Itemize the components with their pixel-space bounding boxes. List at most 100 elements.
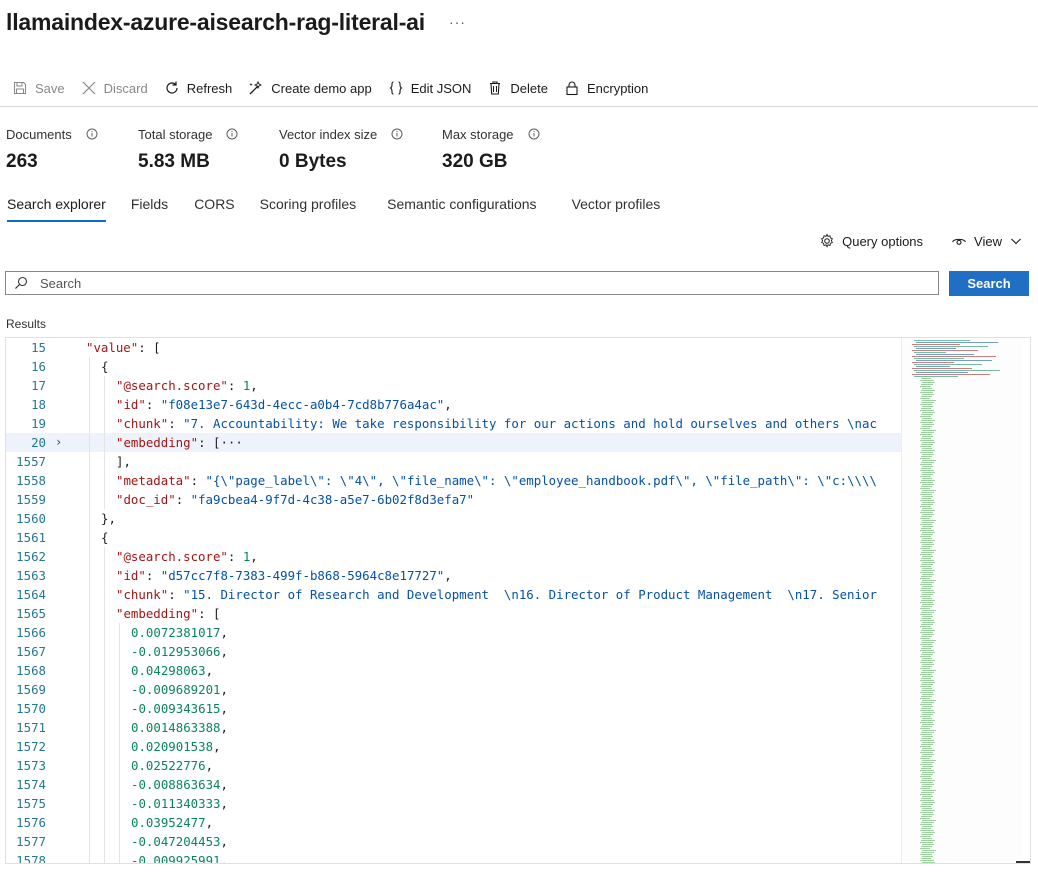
line-number: 1565	[16, 606, 46, 621]
code-line[interactable]: 1573 0.02522776,	[6, 756, 901, 775]
code-text: ],	[116, 452, 131, 471]
code-line[interactable]: 16 {	[6, 357, 901, 376]
indent-guide	[89, 528, 90, 547]
tab-search-explorer[interactable]: Search explorer	[7, 186, 106, 222]
tab-fields[interactable]: Fields	[131, 186, 168, 222]
tab-bar: Search explorer Fields CORS Scoring prof…	[0, 186, 660, 222]
refresh-button[interactable]: Refresh	[164, 80, 232, 96]
minimap-line	[920, 470, 934, 471]
minimap-line	[921, 564, 933, 565]
minimap-line	[920, 554, 932, 555]
minimap-line	[921, 846, 932, 847]
create-demo-app-button[interactable]: Create demo app	[248, 80, 372, 96]
code-line[interactable]: 1567 -0.012953066,	[6, 642, 901, 661]
code-line[interactable]: 1557],	[6, 452, 901, 471]
refresh-icon	[166, 81, 178, 94]
code-area[interactable]: 15 "value": [16{17 "@search.score": 1, 18 "i…	[6, 338, 901, 863]
minimap-line	[921, 756, 932, 757]
minimap-line	[921, 666, 932, 667]
minimap-line	[922, 754, 934, 755]
indent-guide	[119, 699, 120, 718]
code-line[interactable]: 19 "chunk": "7. Accountability: We take r…	[6, 414, 901, 433]
results-editor[interactable]: 15 "value": [16{17 "@search.score": 1, 18 "i…	[5, 337, 1031, 864]
info-icon[interactable]	[391, 128, 403, 140]
minimap-line	[922, 694, 934, 695]
code-token: "@search.score"	[116, 378, 228, 393]
query-options-button[interactable]: Query options	[819, 233, 923, 249]
minimap-line	[922, 772, 935, 773]
code-line[interactable]: 1566 0.0072381017,	[6, 623, 901, 642]
indent-guide	[89, 623, 90, 642]
tab-scoring-profiles[interactable]: Scoring profiles	[260, 186, 357, 222]
view-dropdown[interactable]: View	[951, 233, 1022, 249]
tab-vector-profiles[interactable]: Vector profiles	[572, 186, 661, 222]
minimap-line	[920, 740, 934, 741]
code-line[interactable]: 1576 0.03952477,	[6, 813, 901, 832]
scrollbar-thumb[interactable]	[1016, 861, 1030, 863]
code-token: ,	[250, 549, 258, 564]
edit-json-button[interactable]: Edit JSON	[388, 80, 471, 96]
minimap-line	[922, 802, 935, 803]
code-line[interactable]: 1561 {	[6, 528, 901, 547]
code-line[interactable]: 20 › "embedding": [···	[6, 433, 901, 452]
code-line[interactable]: 17 "@search.score": 1,	[6, 376, 901, 395]
info-icon[interactable]	[86, 128, 98, 140]
indent-guide	[89, 832, 90, 851]
minimap-line	[922, 568, 932, 569]
save-button[interactable]: Save	[12, 80, 65, 96]
code-line[interactable]: 1577 -0.047204453,	[6, 832, 901, 851]
code-line[interactable]: 1570 -0.009343615,	[6, 699, 901, 718]
code-line[interactable]: 1572 0.020901538,	[6, 737, 901, 756]
discard-button[interactable]: Discard	[81, 80, 148, 96]
code-line[interactable]: 1562 "@search.score": 1,	[6, 547, 901, 566]
fold-chevron-icon[interactable]: ›	[55, 433, 62, 452]
minimap-line	[922, 604, 934, 605]
minimap-line	[922, 436, 933, 437]
code-text: "id": "f08e13e7-643d-4ecc-a0b4-7cd8b776a…	[116, 395, 452, 414]
minimap-line	[921, 546, 932, 547]
search-button[interactable]: Search	[949, 271, 1029, 296]
info-icon[interactable]	[528, 128, 540, 140]
code-line[interactable]: 1575 -0.011340333,	[6, 794, 901, 813]
minimap-line	[920, 686, 931, 687]
code-line[interactable]: 1559 "doc_id": "fa9cbea4-9f7d-4c38-a5e7-6…	[6, 490, 901, 509]
code-token: },	[101, 511, 116, 526]
code-line[interactable]: 1558 "metadata": "{\"page_label\": \"4\",…	[6, 471, 901, 490]
search-field[interactable]	[5, 271, 939, 295]
minimap[interactable]	[901, 338, 1023, 863]
indent-guide	[89, 813, 90, 832]
code-token: 0.04298063	[131, 663, 206, 678]
code-line[interactable]: 18 "id": "f08e13e7-643d-4ecc-a0b4-7cd8b77…	[6, 395, 901, 414]
minimap-line	[921, 396, 932, 397]
tab-semantic-configurations[interactable]: Semantic configurations	[387, 186, 536, 222]
code-line[interactable]: 1560},	[6, 509, 901, 528]
minimap-line	[922, 382, 935, 383]
code-line[interactable]: 1578 -0.009925991,	[6, 851, 901, 863]
code-line[interactable]: 15 "value": [	[6, 338, 901, 357]
code-line[interactable]: 1569 -0.009689201,	[6, 680, 901, 699]
page-title: llamaindex-azure-aisearch-rag-literal-ai	[6, 8, 425, 35]
encryption-button[interactable]: Encryption	[564, 80, 648, 96]
minimap-line	[921, 456, 932, 457]
minimap-line	[922, 586, 933, 587]
stat-label: Max storage	[442, 126, 514, 142]
tab-cors[interactable]: CORS	[194, 186, 234, 222]
minimap-line	[916, 366, 950, 367]
code-line[interactable]: 1574 -0.008863634,	[6, 775, 901, 794]
line-number: 1566	[16, 625, 46, 640]
indent-guide	[104, 623, 105, 642]
minimap-line	[920, 848, 930, 849]
code-line[interactable]: 1563 "id": "d57cc7f8-7383-499f-b868-5964c…	[6, 566, 901, 585]
delete-button[interactable]: Delete	[487, 80, 548, 96]
minimap-line	[921, 612, 934, 613]
code-text: 0.04298063,	[131, 661, 213, 680]
search-input[interactable]	[40, 275, 920, 291]
info-icon[interactable]	[226, 128, 238, 140]
code-text: -0.009925991,	[131, 851, 228, 863]
code-line[interactable]: 1568 0.04298063,	[6, 661, 901, 680]
code-line[interactable]: 1564 "chunk": "15. Director of Research a…	[6, 585, 901, 604]
more-options-icon[interactable]: ···	[449, 14, 466, 30]
code-line[interactable]: 1571 0.0014863388,	[6, 718, 901, 737]
line-number: 1564	[16, 587, 46, 602]
code-line[interactable]: 1565 "embedding": [	[6, 604, 901, 623]
